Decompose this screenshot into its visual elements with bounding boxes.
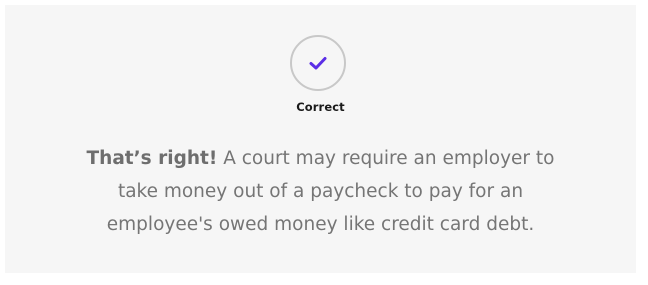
- checkmark-icon: [309, 57, 327, 70]
- feedback-card: Correct That’s right! A court may requir…: [5, 5, 636, 273]
- feedback-text: That’s right! A court may require an emp…: [65, 142, 576, 241]
- status-label: Correct: [296, 100, 345, 114]
- feedback-lead: That’s right!: [86, 148, 218, 169]
- correct-indicator: [290, 35, 346, 91]
